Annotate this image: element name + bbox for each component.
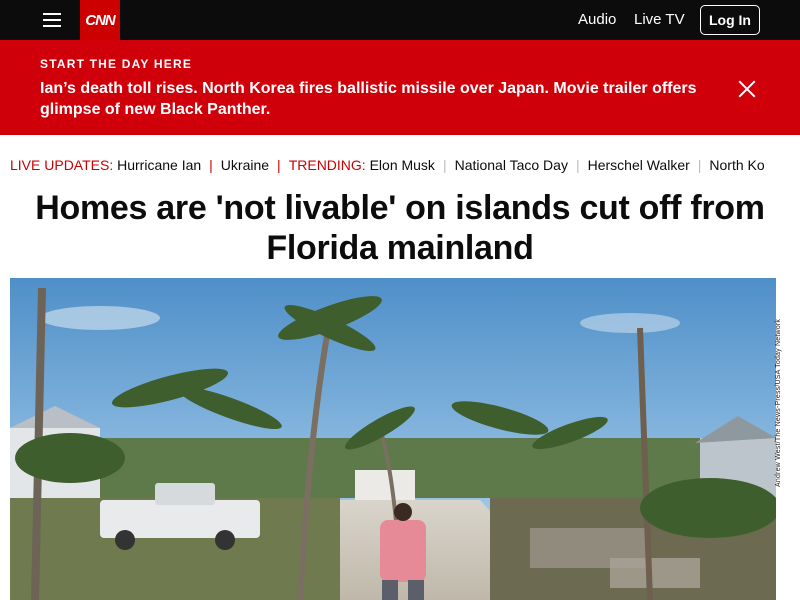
banner-headlines-link[interactable]: Ian’s death toll rises. North Korea fire…	[40, 78, 700, 120]
divider: |	[575, 157, 580, 173]
divider: |	[209, 157, 213, 173]
close-icon[interactable]	[736, 78, 758, 100]
trend-link-herschel-walker[interactable]: Herschel Walker	[588, 157, 690, 173]
menu-icon[interactable]	[40, 10, 64, 30]
trending-bar: LIVE UPDATES: Hurricane Ian | Ukraine | TREN…	[0, 135, 800, 176]
live-updates-link[interactable]: LIVE UPDATES: Hurricane Ian	[10, 157, 201, 173]
hero-image[interactable]	[10, 278, 776, 600]
live-updates-item: Hurricane Ian	[117, 157, 202, 173]
banner-kicker: START THE DAY HERE	[40, 57, 193, 71]
trending-label: TRENDING:	[288, 157, 366, 173]
nav-live-tv-link[interactable]: Live TV	[634, 11, 685, 28]
divider: |	[697, 157, 702, 173]
top-nav: CNN Audio Live TV Log In	[0, 0, 800, 40]
login-button[interactable]: Log In	[700, 5, 760, 35]
article-headline: Homes are 'not livable' on islands cut o…	[35, 189, 765, 267]
start-the-day-banner: START THE DAY HERE Ian’s death toll rise…	[0, 40, 800, 135]
trend-link-ukraine[interactable]: Ukraine	[221, 157, 269, 173]
image-credit: Andrew West/The News-Press/USA Today Net…	[767, 282, 782, 492]
trend-link-north-korea[interactable]: North Ko	[709, 157, 764, 173]
divider: |	[442, 157, 447, 173]
live-updates-label: LIVE UPDATES:	[10, 157, 114, 173]
nav-audio-link[interactable]: Audio	[578, 11, 616, 28]
trend-link-elon-musk[interactable]: Elon Musk	[370, 157, 435, 173]
divider: |	[277, 157, 281, 173]
hurricane-damage-photo	[10, 278, 776, 600]
trend-link-national-taco-day[interactable]: National Taco Day	[455, 157, 568, 173]
cnn-logo[interactable]: CNN	[80, 0, 120, 40]
image-credit-text: Andrew West/The News-Press/USA Today Net…	[775, 318, 782, 487]
